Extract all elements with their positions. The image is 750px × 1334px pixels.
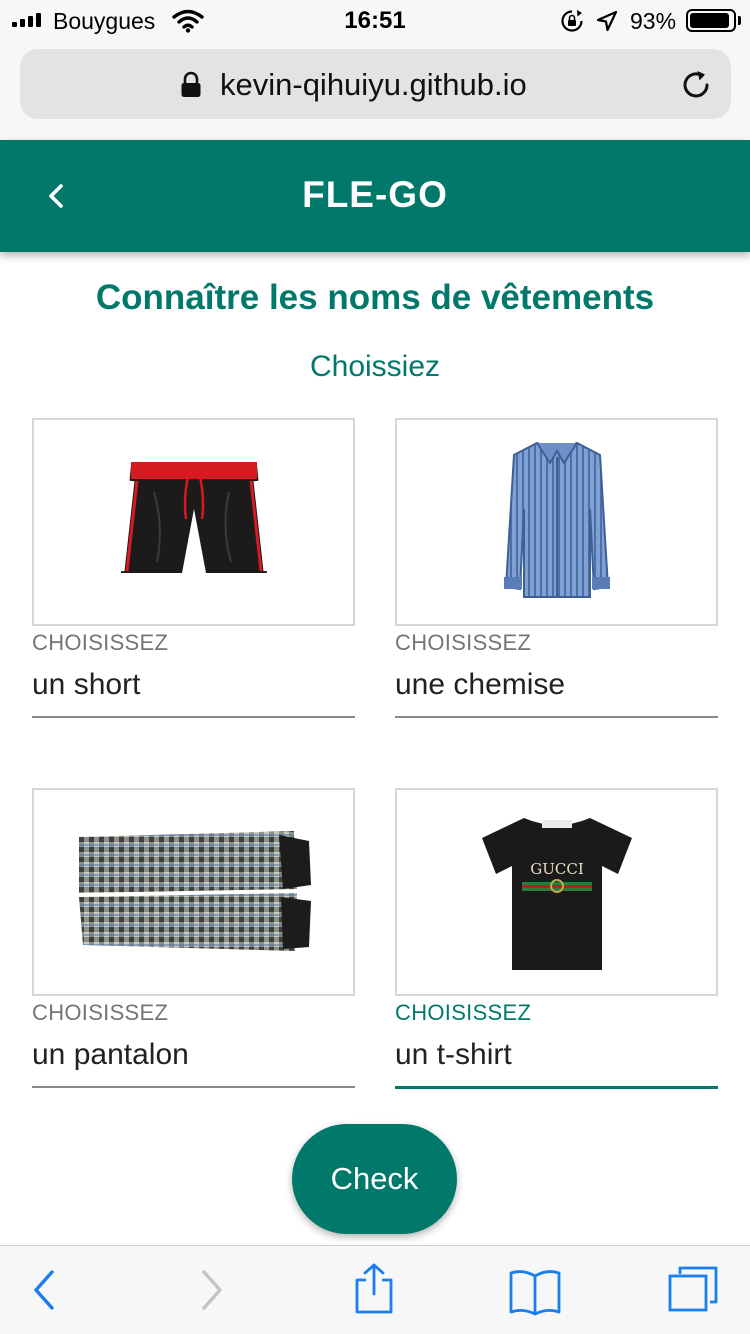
url-field[interactable]: kevin-qihuiyu.github.io bbox=[20, 49, 731, 119]
clothing-card-pantalon: CHOISISSEZ un pantalon bbox=[32, 788, 355, 1088]
select-un-pantalon[interactable]: un pantalon bbox=[32, 1038, 355, 1076]
field-label: CHOISISSEZ bbox=[32, 630, 169, 655]
clothing-image-box bbox=[395, 418, 718, 626]
reload-icon[interactable] bbox=[679, 68, 713, 102]
trousers-image bbox=[78, 831, 311, 951]
select-une-chemise[interactable]: une chemise bbox=[395, 668, 718, 706]
field-underline bbox=[395, 1086, 718, 1089]
field-label: CHOISISSEZ bbox=[395, 1000, 532, 1025]
clothing-image-box bbox=[32, 788, 355, 996]
status-bar: Bouygues 16:51 93% bbox=[0, 0, 750, 40]
battery-cap bbox=[738, 16, 741, 25]
shorts-image bbox=[119, 462, 268, 573]
clothing-card-short: CHOISISSEZ un short bbox=[32, 418, 355, 718]
field-underline bbox=[395, 716, 718, 718]
url-text: kevin-qihuiyu.github.io bbox=[220, 67, 527, 102]
select-un-short[interactable]: un short bbox=[32, 668, 355, 706]
app-header: FLE-GO bbox=[0, 140, 750, 252]
bookmarks-icon[interactable] bbox=[508, 1268, 562, 1316]
back-arrow-icon[interactable] bbox=[30, 1268, 58, 1312]
lock-icon bbox=[181, 71, 201, 97]
tshirt-logo: GUCCI bbox=[530, 860, 584, 878]
app-title: FLE-GO bbox=[302, 174, 448, 215]
clothing-card-chemise: CHOISISSEZ une chemise bbox=[395, 418, 718, 718]
page-title: Connaître les noms de vêtements bbox=[95, 278, 655, 317]
check-button[interactable]: Check bbox=[292, 1124, 457, 1234]
field-underline bbox=[32, 716, 355, 718]
tshirt-image: GUCCI bbox=[481, 817, 632, 970]
field-label: CHOISISSEZ bbox=[395, 630, 532, 655]
clothing-image-box: GUCCI bbox=[395, 788, 718, 996]
field-underline bbox=[32, 1086, 355, 1088]
field-label: CHOISISSEZ bbox=[32, 1000, 169, 1025]
location-icon bbox=[596, 10, 618, 32]
page-subtitle: Choissiez bbox=[309, 350, 441, 383]
shirt-image bbox=[503, 441, 610, 598]
orientation-lock-icon bbox=[561, 10, 583, 32]
browser-top-bar: kevin-qihuiyu.github.io bbox=[0, 40, 750, 140]
clothing-card-tshirt: GUCCI CHOISISSEZ un t-shirt bbox=[395, 788, 718, 1089]
clothing-image-box bbox=[32, 418, 355, 626]
battery-percent: 93% bbox=[630, 8, 677, 34]
browser-toolbar bbox=[0, 1245, 750, 1334]
share-icon[interactable] bbox=[352, 1262, 396, 1316]
battery-icon bbox=[686, 9, 736, 32]
select-un-t-shirt[interactable]: un t-shirt bbox=[395, 1038, 718, 1076]
tabs-icon[interactable] bbox=[666, 1264, 720, 1314]
forward-arrow-icon[interactable] bbox=[198, 1268, 226, 1312]
battery-fill bbox=[690, 13, 730, 28]
